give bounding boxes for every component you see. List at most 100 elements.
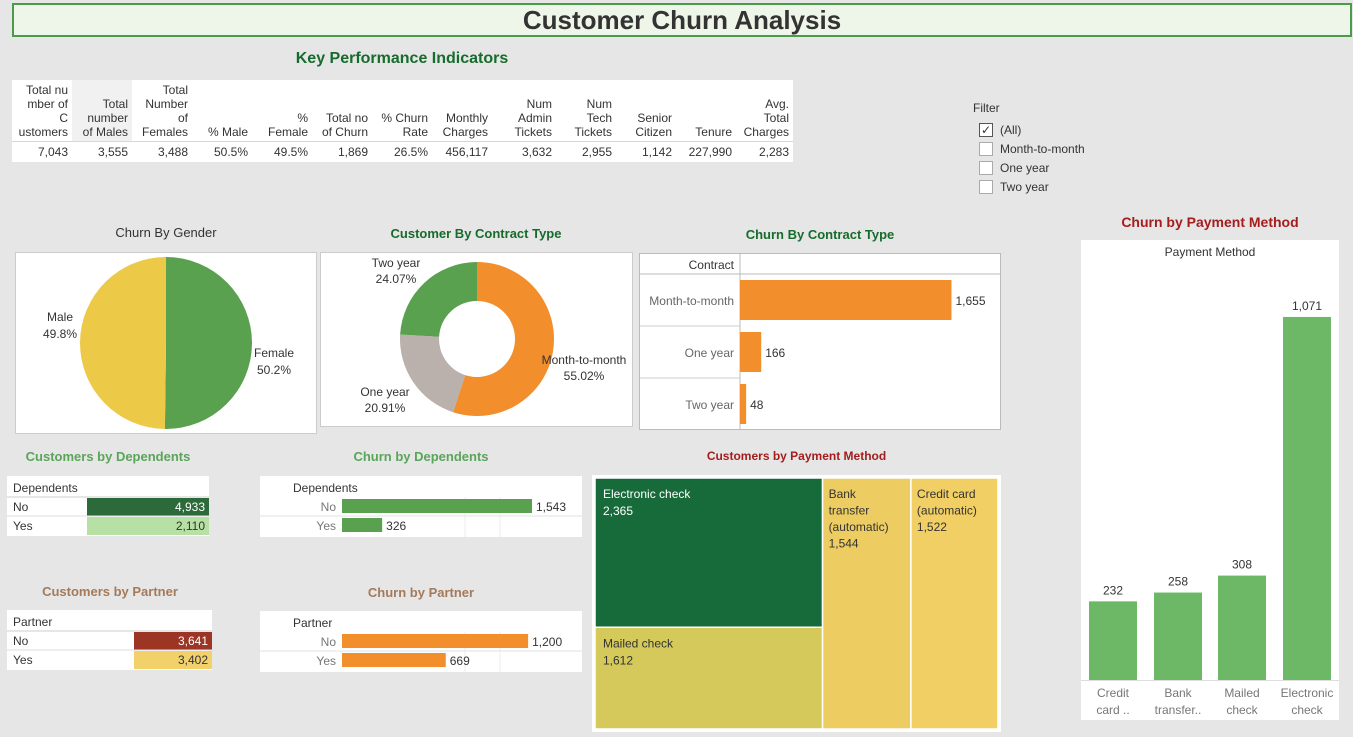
customers-by-partner-panel: Partner No 3,641 Yes 3,402 <box>7 610 212 670</box>
filter-checkbox[interactable] <box>979 141 993 156</box>
kpi-header: Total number of Males <box>72 80 132 143</box>
filter-option[interactable]: ✓ (All) <box>973 120 1085 139</box>
pie-slice-male[interactable] <box>79 257 166 429</box>
slice-name-label: Month-to-month <box>542 353 627 367</box>
cell-value: 3,402 <box>178 653 208 667</box>
treemap-label: (automatic) <box>917 504 977 518</box>
bar[interactable] <box>342 518 383 532</box>
filter-checkbox[interactable]: ✓ <box>979 122 993 137</box>
kpi-value: 49.5% <box>273 145 308 160</box>
filter-option-label: Two year <box>1000 179 1049 194</box>
bar[interactable] <box>1089 601 1137 680</box>
bar[interactable] <box>1283 316 1331 680</box>
churn-by-dependents-chart: Dependents No 1,543 Yes 326 <box>260 481 582 537</box>
treemap-value: 1,544 <box>829 537 859 551</box>
data-label: 1,071 <box>1292 299 1322 313</box>
filter-option[interactable]: Month-to-month <box>973 139 1085 158</box>
cell-value: 4,933 <box>175 500 205 514</box>
kpi-value: 1,869 <box>337 145 368 160</box>
churn-by-contract-chart: Contract Month-to-month 1,655 One year 166 Tw… <box>640 254 1000 429</box>
bar[interactable] <box>1154 592 1202 680</box>
bar[interactable] <box>342 499 532 513</box>
category-label: Credit <box>1097 686 1130 700</box>
bar[interactable] <box>740 332 762 372</box>
filter-checkbox[interactable] <box>979 160 993 175</box>
customers-by-partner-title: Customers by Partner <box>42 584 178 599</box>
kpi-header: Num Admin Tickets <box>492 80 556 143</box>
customers-by-dependents-table: Dependents No 4,933 Yes 2,110 <box>7 481 209 535</box>
data-label: 326 <box>386 519 406 533</box>
category-label: Month-to-month <box>649 294 734 308</box>
kpi-header: Total nu mber of C ustomers <box>12 80 72 143</box>
kpi-header: % Female <box>252 80 312 143</box>
filter-checkbox[interactable] <box>979 179 993 194</box>
filter-title: Filter <box>973 101 1000 115</box>
category-label: No <box>321 635 337 649</box>
category-label: card .. <box>1096 703 1129 717</box>
donut-slice[interactable] <box>400 334 466 413</box>
kpi-value: 227,990 <box>688 145 732 160</box>
filter-option[interactable]: One year <box>973 158 1085 177</box>
kpi-value: 2,283 <box>758 145 789 160</box>
data-label: 48 <box>750 398 764 412</box>
dashboard-title-box: Customer Churn Analysis <box>12 3 1352 37</box>
customers-by-dependents-panel: Dependents No 4,933 Yes 2,110 <box>7 476 209 536</box>
kpi-value: 26.5% <box>393 145 428 160</box>
category-label: transfer.. <box>1155 703 1202 717</box>
treemap-label: Bank <box>829 487 857 501</box>
dimension-header: Contract <box>689 258 735 272</box>
treemap-label: (automatic) <box>829 520 889 534</box>
data-label: 166 <box>765 346 785 360</box>
treemap-label: Electronic check <box>603 487 691 501</box>
slice-name-label: Two year <box>372 256 421 270</box>
pie-slice-female[interactable] <box>164 257 252 429</box>
treemap-label: Mailed check <box>603 636 674 650</box>
bar[interactable] <box>342 634 529 648</box>
data-label: 232 <box>1103 583 1123 597</box>
row-label: No <box>13 634 29 648</box>
kpi-header: Avg. Total Charges <box>736 80 793 143</box>
filter-option-label: Month-to-month <box>1000 141 1085 156</box>
bar[interactable] <box>342 653 446 667</box>
row-label: Yes <box>13 653 33 667</box>
kpi-value: 1,142 <box>641 145 672 160</box>
kpi-header: % Churn Rate <box>372 80 432 143</box>
category-label: No <box>321 500 337 514</box>
churn-by-partner-chart: Partner No 1,200 Yes 669 <box>260 616 582 672</box>
data-label: 1,543 <box>536 500 566 514</box>
data-label: 1,655 <box>955 294 985 308</box>
dimension-header: Partner <box>13 615 52 629</box>
kpi-value: 3,555 <box>97 145 128 160</box>
row-label: Yes <box>13 519 33 533</box>
category-label: Bank <box>1164 686 1192 700</box>
row-label: No <box>13 500 29 514</box>
churn-by-contract-panel: Contract Month-to-month 1,655 One year 166 Tw… <box>639 253 1001 430</box>
churn-by-dependents-panel: Dependents No 1,543 Yes 326 <box>260 476 582 537</box>
kpi-table: Total nu mber of C ustomers Total number … <box>12 80 793 162</box>
churn-by-payment-panel: Payment Method 232 Credit card .. 258 Bank tra… <box>1081 240 1339 720</box>
kpi-value: 456,117 <box>445 145 489 160</box>
cell-value: 2,110 <box>176 519 205 533</box>
treemap-value: 1,612 <box>603 653 633 667</box>
treemap-label: Credit card <box>917 487 976 501</box>
customers-by-partner-table: Partner No 3,641 Yes 3,402 <box>7 615 212 669</box>
category-label: check <box>1226 703 1258 717</box>
churn-by-partner-panel: Partner No 1,200 Yes 669 <box>260 611 582 672</box>
slice-name-label: Female <box>254 346 294 360</box>
churn-by-gender-chart: Female 50.2% Male 49.8% <box>43 257 294 429</box>
customers-by-dependents-title: Customers by Dependents <box>25 449 191 464</box>
kpi-header: % Male <box>192 80 252 143</box>
bar[interactable] <box>740 384 747 424</box>
customers-by-payment-panel: Electronic check 2,365 Mailed check 1,612 Ba… <box>592 475 1001 732</box>
bar[interactable] <box>740 280 952 320</box>
slice-name-label: Male <box>47 310 73 324</box>
slice-value-label: 50.2% <box>257 363 291 377</box>
customer-by-contract-chart: Month-to-month 55.02% One year 20.91% Two ye… <box>360 256 627 416</box>
data-label: 1,200 <box>532 635 562 649</box>
data-label: 258 <box>1168 575 1188 589</box>
customer-by-contract-panel: Month-to-month 55.02% One year 20.91% Two ye… <box>320 252 633 427</box>
bar[interactable] <box>1218 575 1266 680</box>
filter-option[interactable]: Two year <box>973 177 1085 196</box>
data-label: 308 <box>1232 558 1252 572</box>
category-label: check <box>1291 703 1323 717</box>
